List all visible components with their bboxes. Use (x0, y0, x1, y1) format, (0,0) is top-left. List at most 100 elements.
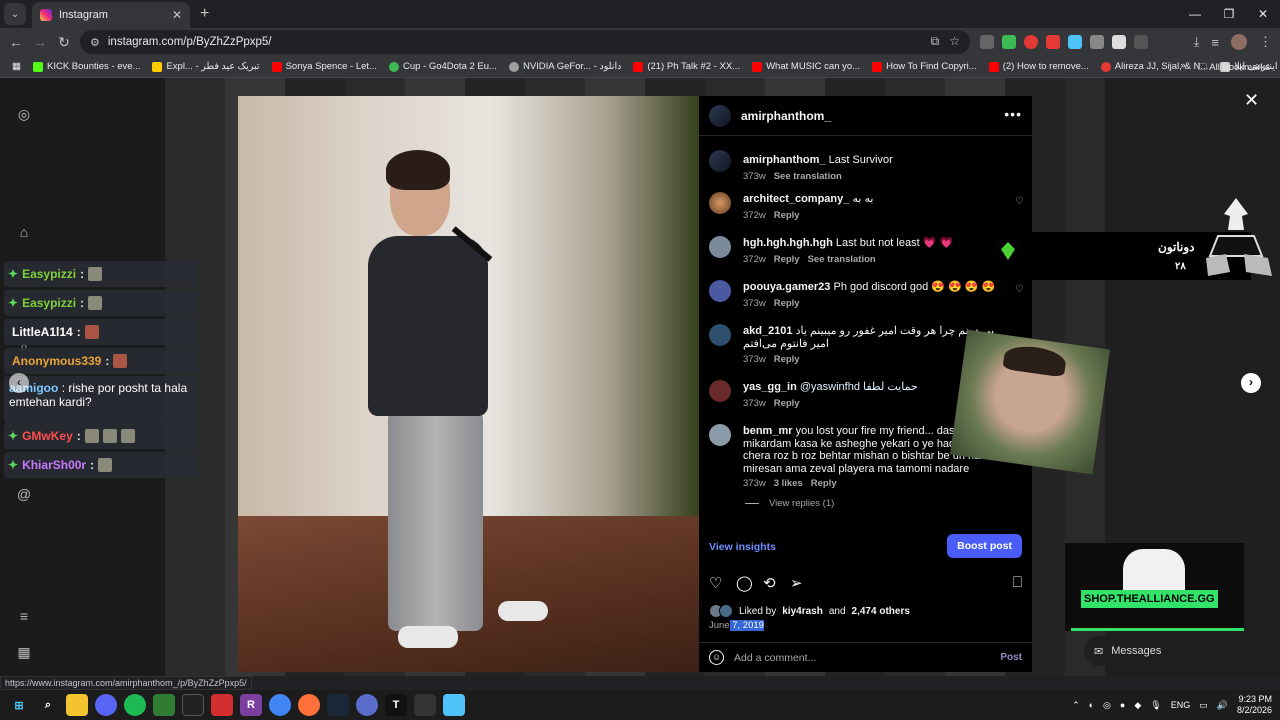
repost-icon[interactable]: ⟲ (763, 574, 776, 592)
threads-icon[interactable]: @ (16, 486, 32, 502)
comment-username[interactable]: architect_company_ (743, 193, 849, 205)
post-author[interactable]: amirphanthom_ (741, 109, 831, 123)
bookmark-item[interactable]: Sonya Spence - Let... (266, 61, 383, 72)
app-icon[interactable]: R (240, 694, 262, 716)
menu-icon[interactable]: ≡ (16, 608, 32, 624)
extension-icon[interactable] (1112, 35, 1126, 49)
bookmark-item[interactable]: (2) How to remove... (983, 61, 1095, 72)
app-icon[interactable]: T (385, 694, 407, 716)
extension-icon[interactable] (1046, 35, 1060, 49)
minimize-icon[interactable]: — (1178, 0, 1212, 28)
forward-icon[interactable]: → (28, 34, 52, 50)
app-icon[interactable] (153, 694, 175, 716)
post-photo[interactable] (238, 96, 699, 672)
restore-icon[interactable]: ❐ (1212, 0, 1246, 28)
menu-kebab-icon[interactable]: ⋮ (1259, 34, 1272, 50)
tray-app-icon[interactable]: ◐ (1089, 700, 1094, 710)
comment-username[interactable]: yas_gg_in (743, 381, 797, 393)
firefox-icon[interactable] (298, 694, 320, 716)
timestamp[interactable]: 373w (743, 398, 766, 409)
bookmark-item[interactable]: NVIDIA GeFor... - دانلود (503, 61, 627, 72)
close-tab-icon[interactable]: ✕ (172, 8, 182, 22)
messages-button[interactable]: ✉ Messages (1084, 636, 1244, 666)
extension-icon[interactable] (980, 35, 994, 49)
tab-search-button[interactable]: ⌄ (4, 3, 26, 25)
reply-link[interactable]: Reply (774, 210, 800, 221)
tray-overflow-icon[interactable]: ⌃ (1072, 700, 1080, 711)
extension-icon[interactable] (1002, 35, 1016, 49)
avatar[interactable] (709, 380, 731, 402)
search-icon[interactable]: ⌕ (37, 694, 59, 716)
see-translation-link[interactable]: See translation (774, 171, 842, 182)
home-icon[interactable]: ⌂ (16, 224, 32, 240)
tray-app-icon[interactable]: ● (1120, 700, 1125, 710)
tray-app-icon[interactable]: ◎ (1103, 700, 1111, 711)
avatar[interactable] (709, 236, 731, 258)
comment-username[interactable]: hgh.hgh.hgh.hgh (743, 237, 833, 249)
tray-app-icon[interactable]: ◆ (1134, 700, 1141, 711)
app-icon[interactable] (211, 694, 233, 716)
close-window-icon[interactable]: ✕ (1246, 0, 1280, 28)
comment-input[interactable]: Add a comment... (734, 652, 990, 664)
puzzle-extensions-icon[interactable] (1134, 35, 1148, 49)
bookmark-item[interactable]: Expl... - تبریک عید فطر (146, 61, 265, 72)
discord-icon[interactable] (95, 694, 117, 716)
spotify-icon[interactable] (124, 694, 146, 716)
site-info-icon[interactable]: ⚙ (90, 36, 100, 49)
extension-icon[interactable] (1090, 35, 1104, 49)
avatar[interactable] (709, 104, 731, 127)
emoji-icon[interactable]: ☺ (709, 650, 724, 665)
media-icon[interactable]: ≡ (1211, 35, 1219, 50)
comment-username[interactable]: akd_2101 (743, 325, 793, 337)
next-post-button[interactable]: › (1241, 373, 1261, 393)
comment-icon[interactable]: ◯ (736, 574, 753, 592)
extension-icon[interactable] (1024, 35, 1038, 49)
windows-start-icon[interactable]: ⊞ (8, 694, 30, 716)
bookmark-item[interactable]: KICK Bounties - eve... (27, 61, 146, 72)
likes-count[interactable]: 3 likes (774, 478, 803, 489)
app-icon[interactable] (356, 694, 378, 716)
more-options-icon[interactable]: ••• (1004, 106, 1022, 122)
profile-avatar[interactable] (1231, 34, 1247, 50)
timestamp[interactable]: 372w (743, 210, 766, 221)
reply-link[interactable]: Reply (774, 398, 800, 409)
address-bar[interactable]: ⚙ instagram.com/p/ByZhZzPpxp5/ ⧉ ☆ (80, 30, 970, 54)
bookmark-item[interactable]: What MUSIC can yo... (746, 61, 866, 72)
view-insights-link[interactable]: View insights (709, 541, 776, 553)
apps-grid-icon[interactable]: ▦ (6, 61, 27, 72)
back-icon[interactable]: ← (4, 34, 28, 50)
timestamp[interactable]: 373w (743, 171, 766, 182)
instagram-logo-icon[interactable]: ◎ (16, 106, 32, 122)
microphone-icon[interactable]: 🎙 (1150, 700, 1161, 711)
reply-link[interactable]: Reply (774, 254, 800, 265)
extension-icon[interactable] (1068, 35, 1082, 49)
timestamp[interactable]: 373w (743, 478, 766, 489)
liked-by-user[interactable]: kiy4rash (782, 606, 823, 617)
likes-others-link[interactable]: 2,474 others (852, 606, 910, 617)
steam-icon[interactable] (327, 694, 349, 716)
post-comment-button[interactable]: Post (1000, 652, 1022, 663)
reply-link[interactable]: Reply (811, 478, 837, 489)
browser-tab[interactable]: Instagram ✕ (32, 2, 190, 28)
reply-link[interactable]: Reply (774, 354, 800, 365)
avatar[interactable] (709, 424, 731, 446)
close-icon[interactable]: ✕ (1244, 90, 1259, 111)
bookmark-star-icon[interactable]: ☆ (949, 34, 960, 49)
language-indicator[interactable]: ENG (1171, 700, 1191, 710)
timestamp[interactable]: 373w (743, 354, 766, 365)
comment-username[interactable]: poouya.gamer23 (743, 281, 830, 293)
notepad-icon[interactable] (443, 694, 465, 716)
chrome-icon[interactable] (269, 694, 291, 716)
more-bookmarks-icon[interactable]: » (1180, 60, 1185, 76)
like-comment-icon[interactable]: ♡ (1015, 284, 1024, 295)
clock[interactable]: 9:23 PM 8/2/2026 (1237, 694, 1272, 716)
avatar[interactable] (709, 192, 731, 214)
install-app-icon[interactable]: ⧉ (931, 34, 940, 49)
avatar[interactable] (709, 280, 731, 302)
like-icon[interactable]: ♡ (709, 574, 722, 592)
view-replies-button[interactable]: View replies (1) (745, 498, 834, 509)
network-icon[interactable]: ▭ (1199, 700, 1208, 711)
bookmark-item[interactable]: (21) Ph Talk #2 - XX... (627, 61, 746, 72)
bookmark-item[interactable]: How To Find Copyri... (866, 61, 983, 72)
reply-link[interactable]: Reply (774, 298, 800, 309)
